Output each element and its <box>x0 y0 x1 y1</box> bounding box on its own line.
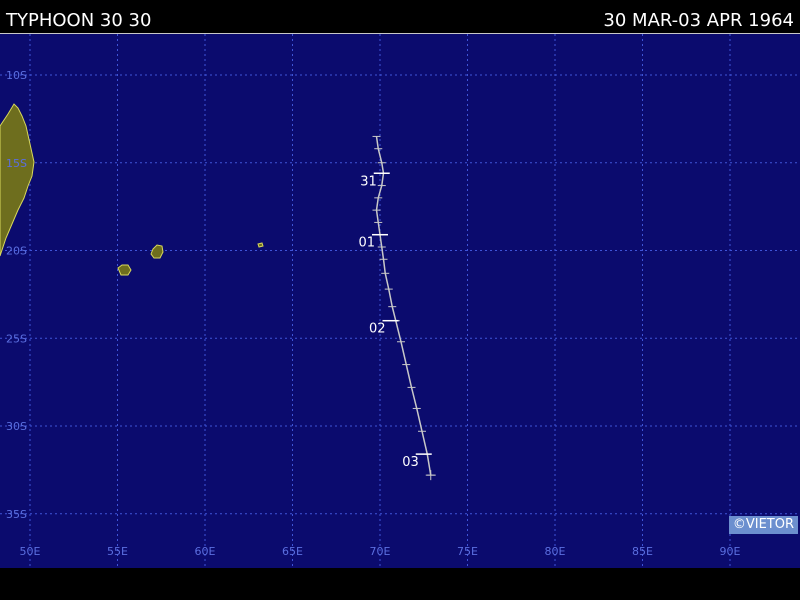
lat-label: 25S <box>6 332 27 345</box>
day-marker-label: 02 <box>369 322 386 337</box>
lat-label: 15S <box>6 157 27 170</box>
track-line <box>375 136 432 476</box>
map-panel: 10S 15S 20S 25S 30S 35S 50E 55E 60E 65E 70E 75E 80E 8… <box>0 33 800 568</box>
lat-label: 35S <box>6 508 27 521</box>
day-marker-label: 03 <box>402 455 419 470</box>
storm-track <box>372 135 436 481</box>
lat-label: 20S <box>6 245 27 258</box>
rodrigues-island <box>257 242 264 248</box>
mauritius-island <box>117 264 132 276</box>
day-marker-label: 01 <box>358 236 375 251</box>
grid-labels: 10S 15S 20S 25S 30S 35S 50E 55E 60E 65E 70E 75E 80E 8… <box>6 69 741 558</box>
storm-title: TYPHOON 30 30 <box>6 10 152 31</box>
lon-label: 80E <box>545 545 566 558</box>
lon-label: 55E <box>107 545 128 558</box>
lon-label: 70E <box>370 545 391 558</box>
day-marker-label: 31 <box>360 174 377 189</box>
lat-label: 30S <box>6 420 27 433</box>
lon-label: 60E <box>195 545 216 558</box>
lon-label: 75E <box>457 545 478 558</box>
reunion-island <box>150 244 164 259</box>
date-range: 30 MAR-03 APR 1964 <box>603 10 794 31</box>
landmasses <box>0 103 264 276</box>
lon-label: 65E <box>282 545 303 558</box>
lon-label: 90E <box>720 545 741 558</box>
credit-badge: ©VIETOR <box>728 516 798 534</box>
lon-label: 85E <box>632 545 653 558</box>
lon-label: 50E <box>20 545 41 558</box>
track-map: 10S 15S 20S 25S 30S 35S 50E 55E 60E 65E 70E 75E 80E 8… <box>0 34 800 568</box>
madagascar-land <box>0 103 35 257</box>
grid-lines <box>0 34 800 568</box>
lat-label: 10S <box>6 69 27 82</box>
